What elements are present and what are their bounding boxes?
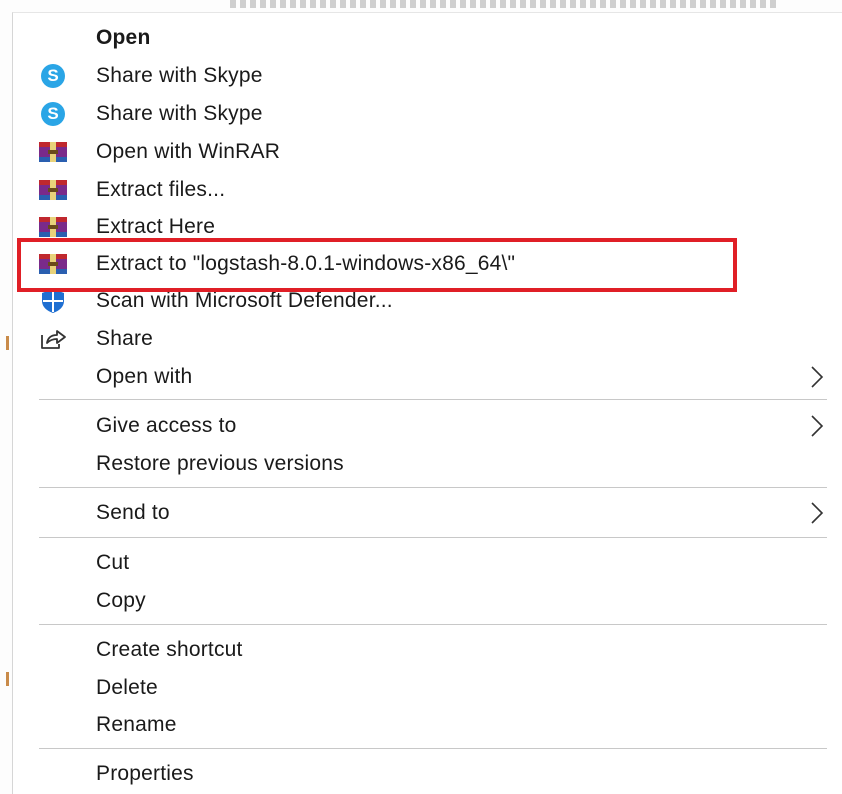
skype-icon: S bbox=[37, 63, 69, 89]
menu-item-label: Copy bbox=[96, 589, 146, 612]
menu-item-label: Scan with Microsoft Defender... bbox=[96, 289, 393, 312]
background-file-marker bbox=[6, 336, 9, 350]
menu-item-label: Give access to bbox=[96, 414, 237, 437]
menu-item-share-with-skype[interactable]: S Share with Skype bbox=[13, 59, 833, 93]
menu-item-label: Send to bbox=[96, 501, 170, 524]
share-icon bbox=[37, 326, 69, 352]
menu-item-label: Share bbox=[96, 327, 154, 350]
menu-item-label: Restore previous versions bbox=[96, 452, 344, 475]
menu-item-label: Extract files... bbox=[96, 178, 226, 201]
winrar-icon bbox=[37, 177, 69, 203]
menu-item-create-shortcut[interactable]: Create shortcut bbox=[13, 633, 833, 667]
menu-item-label: Delete bbox=[96, 676, 158, 699]
menu-item-label: Share with Skype bbox=[96, 102, 263, 125]
menu-item-extract-files[interactable]: Extract files... bbox=[13, 173, 833, 207]
chevron-right-icon bbox=[807, 414, 827, 438]
menu-item-restore-previous-versions[interactable]: Restore previous versions bbox=[13, 447, 833, 481]
menu-item-label: Extract Here bbox=[96, 215, 216, 238]
menu-item-open-with-winrar[interactable]: Open with WinRAR bbox=[13, 135, 833, 169]
background-file-marker bbox=[6, 672, 9, 686]
menu-item-copy[interactable]: Copy bbox=[13, 584, 833, 618]
menu-item-label: Rename bbox=[96, 713, 177, 736]
menu-separator bbox=[39, 487, 827, 488]
menu-item-label: Share with Skype bbox=[96, 64, 263, 87]
menu-item-label: Properties bbox=[96, 762, 194, 785]
winrar-icon bbox=[37, 214, 69, 240]
menu-item-label: Create shortcut bbox=[96, 638, 243, 661]
menu-separator bbox=[39, 399, 827, 400]
menu-item-give-access-to[interactable]: Give access to bbox=[13, 409, 833, 443]
menu-separator bbox=[39, 537, 827, 538]
winrar-icon bbox=[37, 139, 69, 165]
menu-item-rename[interactable]: Rename bbox=[13, 708, 833, 742]
menu-item-share[interactable]: Share bbox=[13, 322, 833, 356]
menu-item-open-with[interactable]: Open with bbox=[13, 360, 833, 394]
menu-item-cut[interactable]: Cut bbox=[13, 546, 833, 580]
menu-item-label: Open bbox=[96, 26, 151, 49]
skype-icon: S bbox=[37, 101, 69, 127]
menu-separator bbox=[39, 748, 827, 749]
menu-item-label: Open with WinRAR bbox=[96, 140, 281, 163]
menu-item-properties[interactable]: Properties bbox=[13, 757, 833, 791]
menu-separator bbox=[39, 624, 827, 625]
window-title-remnant bbox=[230, 0, 780, 8]
menu-item-open[interactable]: Open bbox=[13, 21, 833, 55]
menu-item-send-to[interactable]: Send to bbox=[13, 496, 833, 530]
menu-item-label: Cut bbox=[96, 551, 130, 574]
menu-item-share-with-skype-2[interactable]: S Share with Skype bbox=[13, 97, 833, 131]
chevron-right-icon bbox=[807, 501, 827, 525]
context-menu: Open S Share with Skype S Share with Sky… bbox=[12, 12, 842, 794]
highlight-annotation-box bbox=[17, 238, 737, 292]
chevron-right-icon bbox=[807, 365, 827, 389]
menu-item-label: Open with bbox=[96, 365, 193, 388]
menu-item-delete[interactable]: Delete bbox=[13, 671, 833, 705]
